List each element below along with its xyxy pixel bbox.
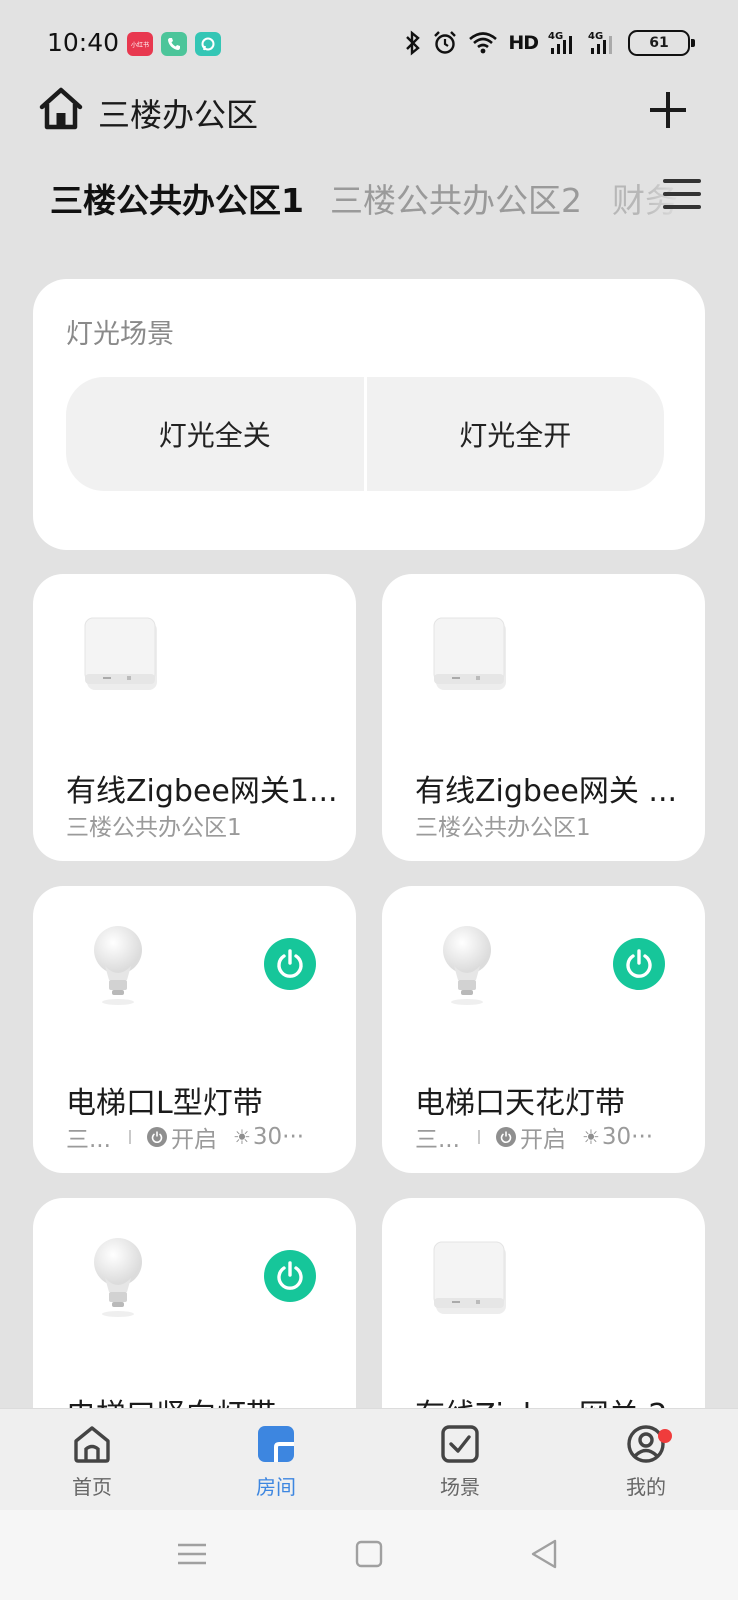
menu-icon xyxy=(663,179,701,209)
light-bulb-icon xyxy=(75,920,161,1006)
device-status: 三... 开启 ☀ 30··· xyxy=(66,1120,304,1154)
notification-icons: 小红书 xyxy=(127,32,221,56)
power-toggle-button[interactable] xyxy=(613,938,665,990)
power-icon xyxy=(277,1261,303,1290)
power-icon xyxy=(626,949,652,978)
home-button[interactable] xyxy=(349,1538,389,1570)
brightness-value: 30··· xyxy=(601,1124,654,1150)
alarm-icon xyxy=(434,31,457,54)
brightness-icon: ☀ xyxy=(232,1125,251,1149)
system-navigation-bar xyxy=(0,1510,738,1600)
bottom-navigation: 首页 房间 场景 我的 xyxy=(0,1408,738,1510)
menu-lines-icon xyxy=(178,1543,206,1565)
nav-profile[interactable]: 我的 xyxy=(586,1423,706,1509)
brightness-value: 30··· xyxy=(252,1124,305,1150)
status-separator xyxy=(477,1130,480,1144)
all-lights-on-button[interactable]: 灯光全开 xyxy=(366,377,664,491)
scene-card-title: 灯光场景 xyxy=(66,319,174,350)
xiaohongshu-icon: 小红书 xyxy=(127,32,153,56)
gateway-icon xyxy=(75,608,161,694)
light-scene-card: 灯光场景 灯光全关 灯光全开 xyxy=(33,279,705,550)
device-status: 三... 开启 ☀ 30··· xyxy=(415,1120,653,1154)
status-time: 10:40 xyxy=(47,28,120,57)
signal-icon-2: 4G xyxy=(588,31,612,54)
add-button[interactable] xyxy=(646,88,690,132)
room-icon xyxy=(258,1426,294,1462)
device-card-gateway-2[interactable]: 有线Zigbee网关 ... 三楼公共办公区1 xyxy=(382,574,705,861)
nav-scene-label: 场景 xyxy=(440,1475,480,1499)
device-room: 三楼公共办公区1 xyxy=(415,815,591,841)
wifi-icon xyxy=(469,32,498,54)
tab-room-1[interactable]: 三楼公共办公区1 xyxy=(50,174,304,222)
device-card-light-2[interactable]: 电梯口天花灯带 三... 开启 ☀ 30··· xyxy=(382,886,705,1173)
device-name: 有线Zigbee网关1... xyxy=(66,774,338,809)
nav-room-label: 房间 xyxy=(256,1475,296,1499)
svg-text:4G: 4G xyxy=(548,31,563,42)
scene-icon xyxy=(441,1425,479,1463)
plus-icon xyxy=(650,92,686,128)
svg-text:4G: 4G xyxy=(588,31,603,42)
status-bar: 10:40 小红书 HD 4G 4G 61 xyxy=(0,0,738,90)
device-room-short: 三... xyxy=(66,1127,111,1153)
power-state-text: 开启 xyxy=(519,1127,566,1153)
header: 三楼办公区 xyxy=(0,80,738,140)
nav-home[interactable]: 首页 xyxy=(32,1423,152,1509)
nav-room[interactable]: 房间 xyxy=(216,1423,336,1509)
gateway-icon xyxy=(424,1232,510,1318)
power-state-icon xyxy=(146,1127,167,1147)
room-menu-button[interactable] xyxy=(662,176,702,212)
device-name: 电梯口天花灯带 xyxy=(415,1086,625,1121)
power-toggle-button[interactable] xyxy=(264,938,316,990)
device-name: 电梯口L型灯带 xyxy=(66,1086,263,1121)
device-card-gateway-1[interactable]: 有线Zigbee网关1... 三楼公共办公区1 xyxy=(33,574,356,861)
power-toggle-button[interactable] xyxy=(264,1250,316,1302)
home-icon xyxy=(74,1426,110,1463)
nav-scene[interactable]: 场景 xyxy=(400,1423,520,1509)
power-icon xyxy=(277,949,303,978)
system-icons: HD 4G 4G 61 xyxy=(404,30,695,56)
hd-indicator: HD xyxy=(508,32,539,54)
device-card-light-1[interactable]: 电梯口L型灯带 三... 开启 ☀ 30··· xyxy=(33,886,356,1173)
light-bulb-icon xyxy=(424,920,510,1006)
battery-indicator: 61 xyxy=(628,30,695,56)
scene-button-group: 灯光全关 灯光全开 xyxy=(66,377,664,491)
back-triangle-icon xyxy=(531,1539,557,1569)
phone-icon xyxy=(161,32,187,56)
notification-badge xyxy=(658,1429,672,1443)
bluetooth-icon xyxy=(406,30,421,56)
chat-icon xyxy=(195,32,221,56)
device-room-short: 三... xyxy=(415,1127,460,1153)
page-title[interactable]: 三楼办公区 xyxy=(98,90,258,136)
nav-profile-label: 我的 xyxy=(626,1475,666,1499)
signal-icon-1: 4G xyxy=(548,31,572,54)
power-state-text: 开启 xyxy=(170,1127,217,1153)
power-state-icon xyxy=(495,1127,516,1147)
gateway-icon xyxy=(424,608,510,694)
nav-home-label: 首页 xyxy=(72,1475,112,1499)
all-lights-off-button[interactable]: 灯光全关 xyxy=(66,377,364,491)
light-bulb-icon xyxy=(75,1232,161,1318)
back-button[interactable] xyxy=(525,1538,565,1570)
recent-apps-button[interactable] xyxy=(172,1538,212,1570)
tab-room-2[interactable]: 三楼公共办公区2 xyxy=(330,174,582,222)
home-icon[interactable] xyxy=(38,86,84,134)
square-icon xyxy=(355,1540,383,1568)
brightness-icon: ☀ xyxy=(581,1125,600,1149)
status-separator xyxy=(128,1130,131,1144)
device-room: 三楼公共办公区1 xyxy=(66,815,242,841)
room-tabs: 三楼公共办公区1 三楼公共办公区2 财务 xyxy=(0,166,738,226)
device-name: 有线Zigbee网关 ... xyxy=(415,774,678,809)
